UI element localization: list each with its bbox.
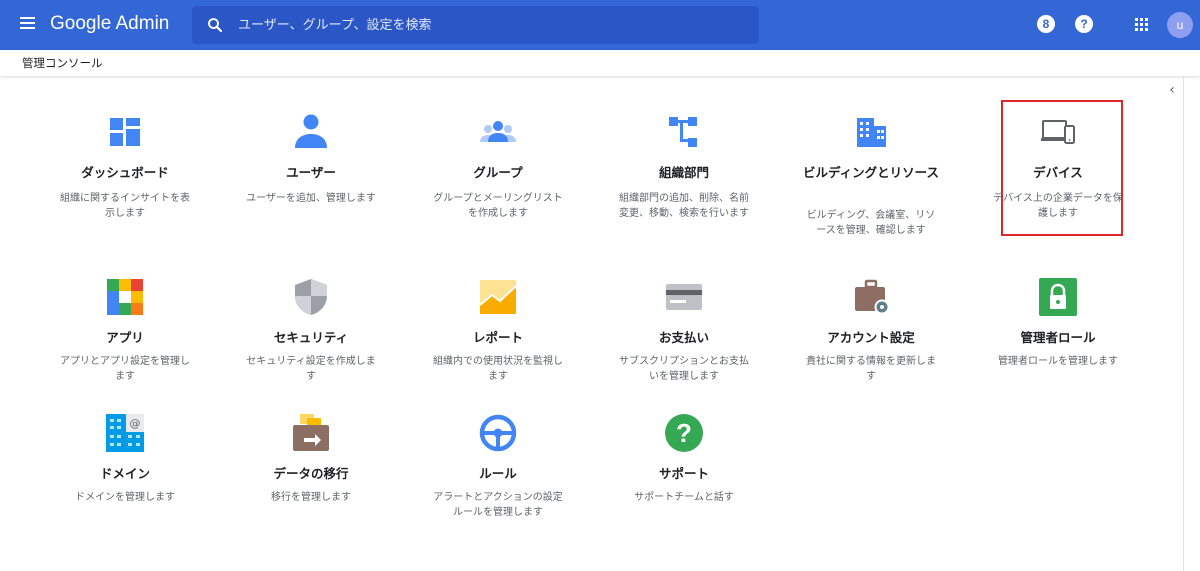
- tile-description: グループとメーリングリストを作成します: [433, 193, 563, 219]
- tile-data-migration[interactable]: データの移行 移行を管理します: [226, 413, 396, 513]
- hamburger-menu-icon[interactable]: [20, 17, 36, 31]
- tile-title: ビルディングとリソース: [802, 165, 939, 180]
- apps-grid-icon[interactable]: [1135, 18, 1149, 32]
- tile-title: データの移行: [273, 466, 349, 481]
- brand-logo[interactable]: Google Admin: [50, 13, 169, 35]
- tile-title: お支払い: [658, 330, 709, 345]
- tile-buildings[interactable]: ビルディングとリソース ビルディング、会議室、リソースを管理、確認します: [786, 112, 956, 257]
- tile-description: 組織部門の追加、削除、名前変更、移動、検索を行います: [619, 193, 749, 219]
- tile-description: ビルディング、会議室、リソースを管理、確認します: [806, 210, 936, 236]
- tile-title: アプリ: [106, 330, 144, 345]
- tile-title: アカウント設定: [827, 330, 915, 345]
- tile-title: ドメイン: [99, 466, 150, 481]
- search-icon: [208, 18, 223, 33]
- tile-reports[interactable]: レポート 組織内での使用状況を監視します: [413, 277, 583, 387]
- tile-org-units[interactable]: 組織部門 組織部門の追加、削除、名前変更、移動、検索を行います: [599, 112, 769, 242]
- tile-title: セキュリティ: [273, 330, 349, 345]
- building-icon: [857, 118, 886, 147]
- tile-description: サポートチームと話す: [634, 492, 734, 503]
- tile-title: サポート: [658, 466, 709, 481]
- tile-account-settings[interactable]: アカウント設定 貴社に関する情報を更新します: [786, 277, 956, 387]
- tile-rules[interactable]: ルール アラートとアクションの設定ルールを管理します: [413, 413, 583, 543]
- domain-icon: @: [106, 414, 144, 452]
- tile-groups[interactable]: グループ グループとメーリングリストを作成します: [413, 112, 583, 232]
- shield-icon: [295, 279, 327, 315]
- divider: [1183, 76, 1184, 571]
- tile-billing[interactable]: お支払い サブスクリプションとお支払いを管理します: [599, 277, 769, 387]
- tile-admin-roles[interactable]: 管理者ロール 管理者ロールを管理します: [973, 277, 1143, 387]
- credit-card-icon: [666, 284, 702, 310]
- tile-description: 貴社に関する情報を更新します: [806, 356, 936, 382]
- tile-description: セキュリティ設定を作成します: [246, 356, 376, 382]
- tile-description: 組織内での使用状況を監視します: [433, 356, 563, 382]
- search-input[interactable]: [238, 6, 738, 44]
- tile-description: ユーザーを追加、管理します: [246, 193, 376, 204]
- apps-tile-icon: [107, 279, 143, 315]
- tile-title: グループ: [473, 165, 523, 180]
- search-box[interactable]: [192, 6, 759, 44]
- tile-description: サブスクリプションとお支払いを管理します: [619, 356, 749, 382]
- tile-devices[interactable]: デバイス デバイス上の企業データを保護します: [973, 112, 1143, 232]
- breadcrumb-bar: 管理コンソール: [0, 50, 1200, 76]
- tile-dashboard[interactable]: ダッシュボード 組織に関するインサイトを表示します: [40, 112, 210, 232]
- tile-title: レポート: [472, 330, 523, 345]
- tile-description: アラートとアクションの設定ルールを管理します: [433, 492, 563, 518]
- help-circle-icon: ?: [665, 414, 703, 452]
- tile-title: デバイス: [1033, 165, 1083, 180]
- devices-icon: [1041, 120, 1075, 144]
- tile-users[interactable]: ユーザー ユーザーを追加、管理します: [226, 112, 396, 232]
- data-migration-icon: [293, 414, 329, 451]
- tile-description: ドメインを管理します: [75, 492, 175, 503]
- tile-title: 管理者ロール: [1020, 330, 1096, 345]
- group-icon: [480, 121, 516, 142]
- steering-wheel-icon: [479, 414, 517, 452]
- chevron-left-icon[interactable]: ‹: [1160, 79, 1184, 101]
- tile-title: ルール: [479, 466, 517, 481]
- tile-description: 管理者ロールを管理します: [998, 356, 1118, 367]
- tile-title: 組織部門: [658, 165, 709, 180]
- avatar[interactable]: u: [1167, 12, 1193, 38]
- svg-text:?: ?: [676, 418, 692, 448]
- user-icon: [295, 114, 327, 148]
- tile-description: 移行を管理します: [271, 492, 351, 503]
- help-icon[interactable]: ?: [1075, 15, 1093, 33]
- notifications-badge-icon[interactable]: 8: [1037, 15, 1055, 33]
- org-unit-icon: [669, 117, 697, 147]
- tile-title: ユーザー: [286, 165, 336, 180]
- tile-description: デバイス上の企業データを保護します: [993, 193, 1123, 219]
- tile-domains[interactable]: @ ドメイン ドメインを管理します: [40, 413, 210, 513]
- lock-icon: [1039, 278, 1077, 316]
- tile-description: アプリとアプリ設定を管理します: [60, 356, 190, 382]
- tile-description: 組織に関するインサイトを表示します: [60, 193, 190, 219]
- briefcase-gear-icon: [855, 279, 890, 315]
- tile-title: ダッシュボード: [81, 165, 169, 180]
- breadcrumb[interactable]: 管理コンソール: [22, 55, 103, 71]
- tile-support[interactable]: ? サポート サポートチームと話す: [599, 413, 769, 513]
- tile-apps[interactable]: アプリ アプリとアプリ設定を管理します: [40, 277, 210, 387]
- tile-security[interactable]: セキュリティ セキュリティ設定を作成します: [226, 277, 396, 387]
- top-app-bar: Google Admin 8 ? u: [0, 0, 1200, 50]
- svg-text:@: @: [130, 417, 141, 430]
- reports-chart-icon: [479, 280, 517, 314]
- dashboard-icon: [110, 118, 140, 146]
